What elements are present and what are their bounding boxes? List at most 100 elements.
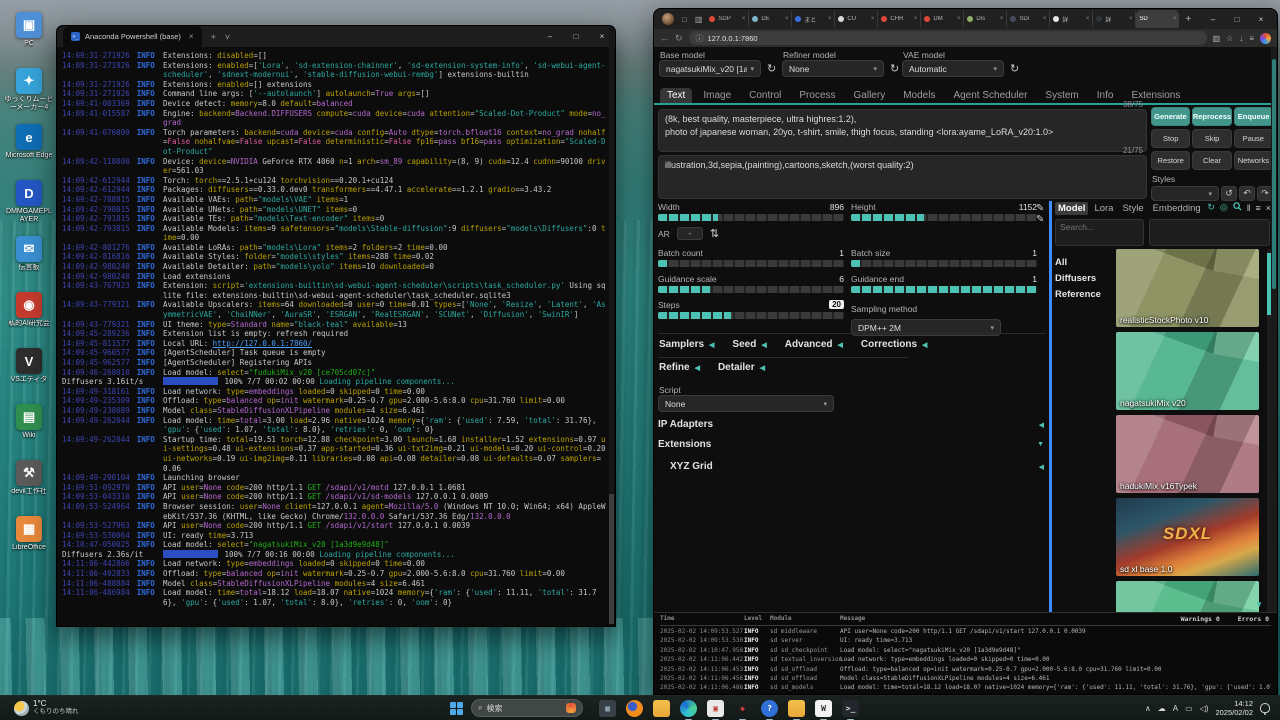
taskbar-white-app-icon[interactable]: ▣: [707, 700, 724, 717]
networks-search-icon[interactable]: [1233, 202, 1242, 213]
networks-tab-embedding[interactable]: Embedding: [1150, 202, 1204, 215]
networks-tab-model[interactable]: Model: [1055, 202, 1088, 215]
guidance-scale-slider[interactable]: [658, 286, 844, 293]
terminal-scrollbar-thumb[interactable]: [609, 494, 614, 624]
desktop-icon-10[interactable]: ▦LibreOffice: [4, 516, 54, 552]
tab-close-icon[interactable]: ×: [1129, 16, 1133, 22]
enqueue-button[interactable]: Enqueue: [1234, 107, 1273, 126]
notification-bell-icon[interactable]: [1260, 703, 1270, 713]
generate-button[interactable]: Generate: [1151, 107, 1190, 126]
browser-tab-9[interactable]: 詳×: [1050, 11, 1093, 27]
batch-size-slider[interactable]: [851, 260, 1037, 267]
taskbar-search[interactable]: ⌕ 検索: [471, 699, 583, 717]
skip-button[interactable]: Skip: [1192, 129, 1231, 148]
tab-text[interactable]: Text: [660, 88, 692, 103]
networks-description-input[interactable]: [1149, 219, 1270, 246]
terminal-titlebar[interactable]: >_ Anaconda Powershell (base) × + ˅ – □ …: [57, 26, 615, 47]
model-refresh-icon[interactable]: ↻: [890, 62, 899, 75]
guidance-end-slider[interactable]: [851, 286, 1037, 293]
tab-close-icon[interactable]: ×: [1043, 16, 1047, 22]
taskbar-red-diamond-app-icon[interactable]: ◆: [734, 700, 751, 717]
taskbar-photos-app-icon[interactable]: ▦: [599, 700, 616, 717]
browser-maximize-button[interactable]: □: [1225, 15, 1249, 24]
terminal-tab-close-icon[interactable]: ×: [189, 32, 194, 41]
model-card-5[interactable]: [1116, 581, 1259, 615]
terminal-output[interactable]: 14:09:31-271926INFOExtensions: disabled=…: [57, 47, 615, 626]
browser-tab-3[interactable]: まと×: [792, 11, 835, 27]
favorites-icon[interactable]: ☆: [1226, 34, 1233, 43]
desktop-icon-4[interactable]: DDMMGAMEPLAYER: [4, 180, 54, 224]
tab-info[interactable]: Info: [1090, 88, 1121, 103]
taskbar-weather-widget[interactable]: 1°C くもりのち晴れ: [14, 700, 164, 716]
prompt-input[interactable]: (8k, best quality, masterpiece, ultra hi…: [658, 109, 1147, 152]
browser-minimize-button[interactable]: –: [1201, 15, 1225, 24]
taskbar-code-folder-icon[interactable]: [788, 700, 805, 717]
terminal-scrollbar[interactable]: [609, 28, 614, 624]
tab-agent-scheduler[interactable]: Agent Scheduler: [946, 88, 1034, 103]
desktop-icon-6[interactable]: ◉私的AI研究会: [4, 292, 54, 328]
taskbar-wz-app-icon[interactable]: W: [815, 700, 832, 717]
terminal-maximize-button[interactable]: □: [563, 32, 589, 41]
tab-models[interactable]: Models: [896, 88, 942, 103]
networks-search-input[interactable]: Search...: [1055, 219, 1144, 246]
styles-refresh-button[interactable]: ↺: [1221, 186, 1237, 201]
browser-tab-active[interactable]: SD×: [1136, 10, 1179, 28]
terminal-tab-dropdown-icon[interactable]: ˅: [225, 32, 230, 42]
browser-tab-4[interactable]: CU×: [835, 11, 878, 27]
new-tab-button[interactable]: +: [1185, 14, 1191, 25]
desktop-icon-8[interactable]: ▤Wiki: [4, 404, 54, 440]
site-info-icon[interactable]: ⓘ: [696, 33, 704, 44]
reprocess-button[interactable]: Reprocess: [1192, 107, 1232, 126]
tab-actions-icon[interactable]: □: [682, 15, 687, 24]
restore-button[interactable]: Restore: [1151, 151, 1190, 170]
steps-slider[interactable]: [658, 312, 844, 319]
width-slider[interactable]: [658, 214, 844, 221]
url-text[interactable]: 127.0.0.1:7860: [708, 34, 758, 43]
networks-tab-style[interactable]: Style: [1119, 202, 1146, 215]
tab-image[interactable]: Image: [696, 88, 738, 103]
copilot-icon[interactable]: [1260, 33, 1271, 44]
model-select[interactable]: None▾: [782, 60, 884, 77]
script-select[interactable]: None ▾: [658, 395, 834, 412]
networks-more-icon[interactable]: ▼: [1255, 600, 1263, 609]
networks-scan-icon[interactable]: ◎: [1220, 202, 1228, 213]
tab-close-icon[interactable]: ×: [785, 16, 789, 22]
model-refresh-icon[interactable]: ↻: [1010, 62, 1019, 75]
swap-dimensions-icon[interactable]: ⇅: [710, 227, 719, 240]
start-button[interactable]: [450, 702, 463, 715]
tab-system[interactable]: System: [1038, 88, 1085, 103]
tab-control[interactable]: Control: [742, 88, 788, 103]
networks-filter-all[interactable]: All: [1055, 255, 1113, 271]
tab-close-icon[interactable]: ×: [1086, 16, 1090, 22]
accordion-samplers[interactable]: Samplers◀: [659, 339, 714, 350]
networks-filter-diffusers[interactable]: Diffusers: [1055, 271, 1113, 287]
accordion-seed[interactable]: Seed◀: [732, 339, 766, 350]
networks-sort-icon[interactable]: ‖: [1247, 203, 1251, 213]
workspaces-icon[interactable]: ▥: [695, 15, 703, 24]
browser-tab-5[interactable]: CHR×: [878, 11, 921, 27]
tab-close-icon[interactable]: ×: [914, 16, 918, 22]
networks-filter-reference[interactable]: Reference: [1055, 287, 1113, 303]
back-icon[interactable]: ←: [660, 33, 669, 43]
model-card-2[interactable]: nagatsukiMix v20: [1116, 332, 1259, 410]
section-ip-adapters[interactable]: IP Adapters◀: [658, 419, 1048, 430]
split-screen-icon[interactable]: ▥: [1213, 34, 1221, 43]
desktop-icon-2[interactable]: ✦ゆっくりムービーメーカー4: [4, 68, 54, 112]
taskbar-edge-icon[interactable]: [680, 700, 697, 717]
page-scrollbar-thumb[interactable]: [1272, 59, 1276, 289]
taskbar-firefox-icon[interactable]: [626, 700, 643, 717]
taskbar-file-explorer-icon[interactable]: [653, 700, 670, 717]
clear-button[interactable]: Clear: [1192, 151, 1231, 170]
taskbar-clock[interactable]: 14:12 2025/02/02: [1215, 699, 1253, 717]
reload-icon[interactable]: ↻: [675, 33, 683, 44]
networks-button[interactable]: Networks: [1234, 151, 1273, 170]
model-refresh-icon[interactable]: ↻: [767, 62, 776, 75]
model-card-4[interactable]: SDXLsd xl base 1.0: [1116, 498, 1259, 576]
terminal-new-tab-button[interactable]: +: [211, 32, 216, 42]
styles-select[interactable]: ▾: [1151, 186, 1219, 201]
tab-close-icon[interactable]: ×: [1000, 16, 1004, 22]
volume-icon[interactable]: ◁): [1200, 704, 1209, 713]
browser-tab-7[interactable]: Dis×: [964, 11, 1007, 27]
panel-resize-handle[interactable]: [1049, 201, 1052, 615]
model-card-3[interactable]: hadukiMix v16Typek: [1116, 415, 1259, 493]
